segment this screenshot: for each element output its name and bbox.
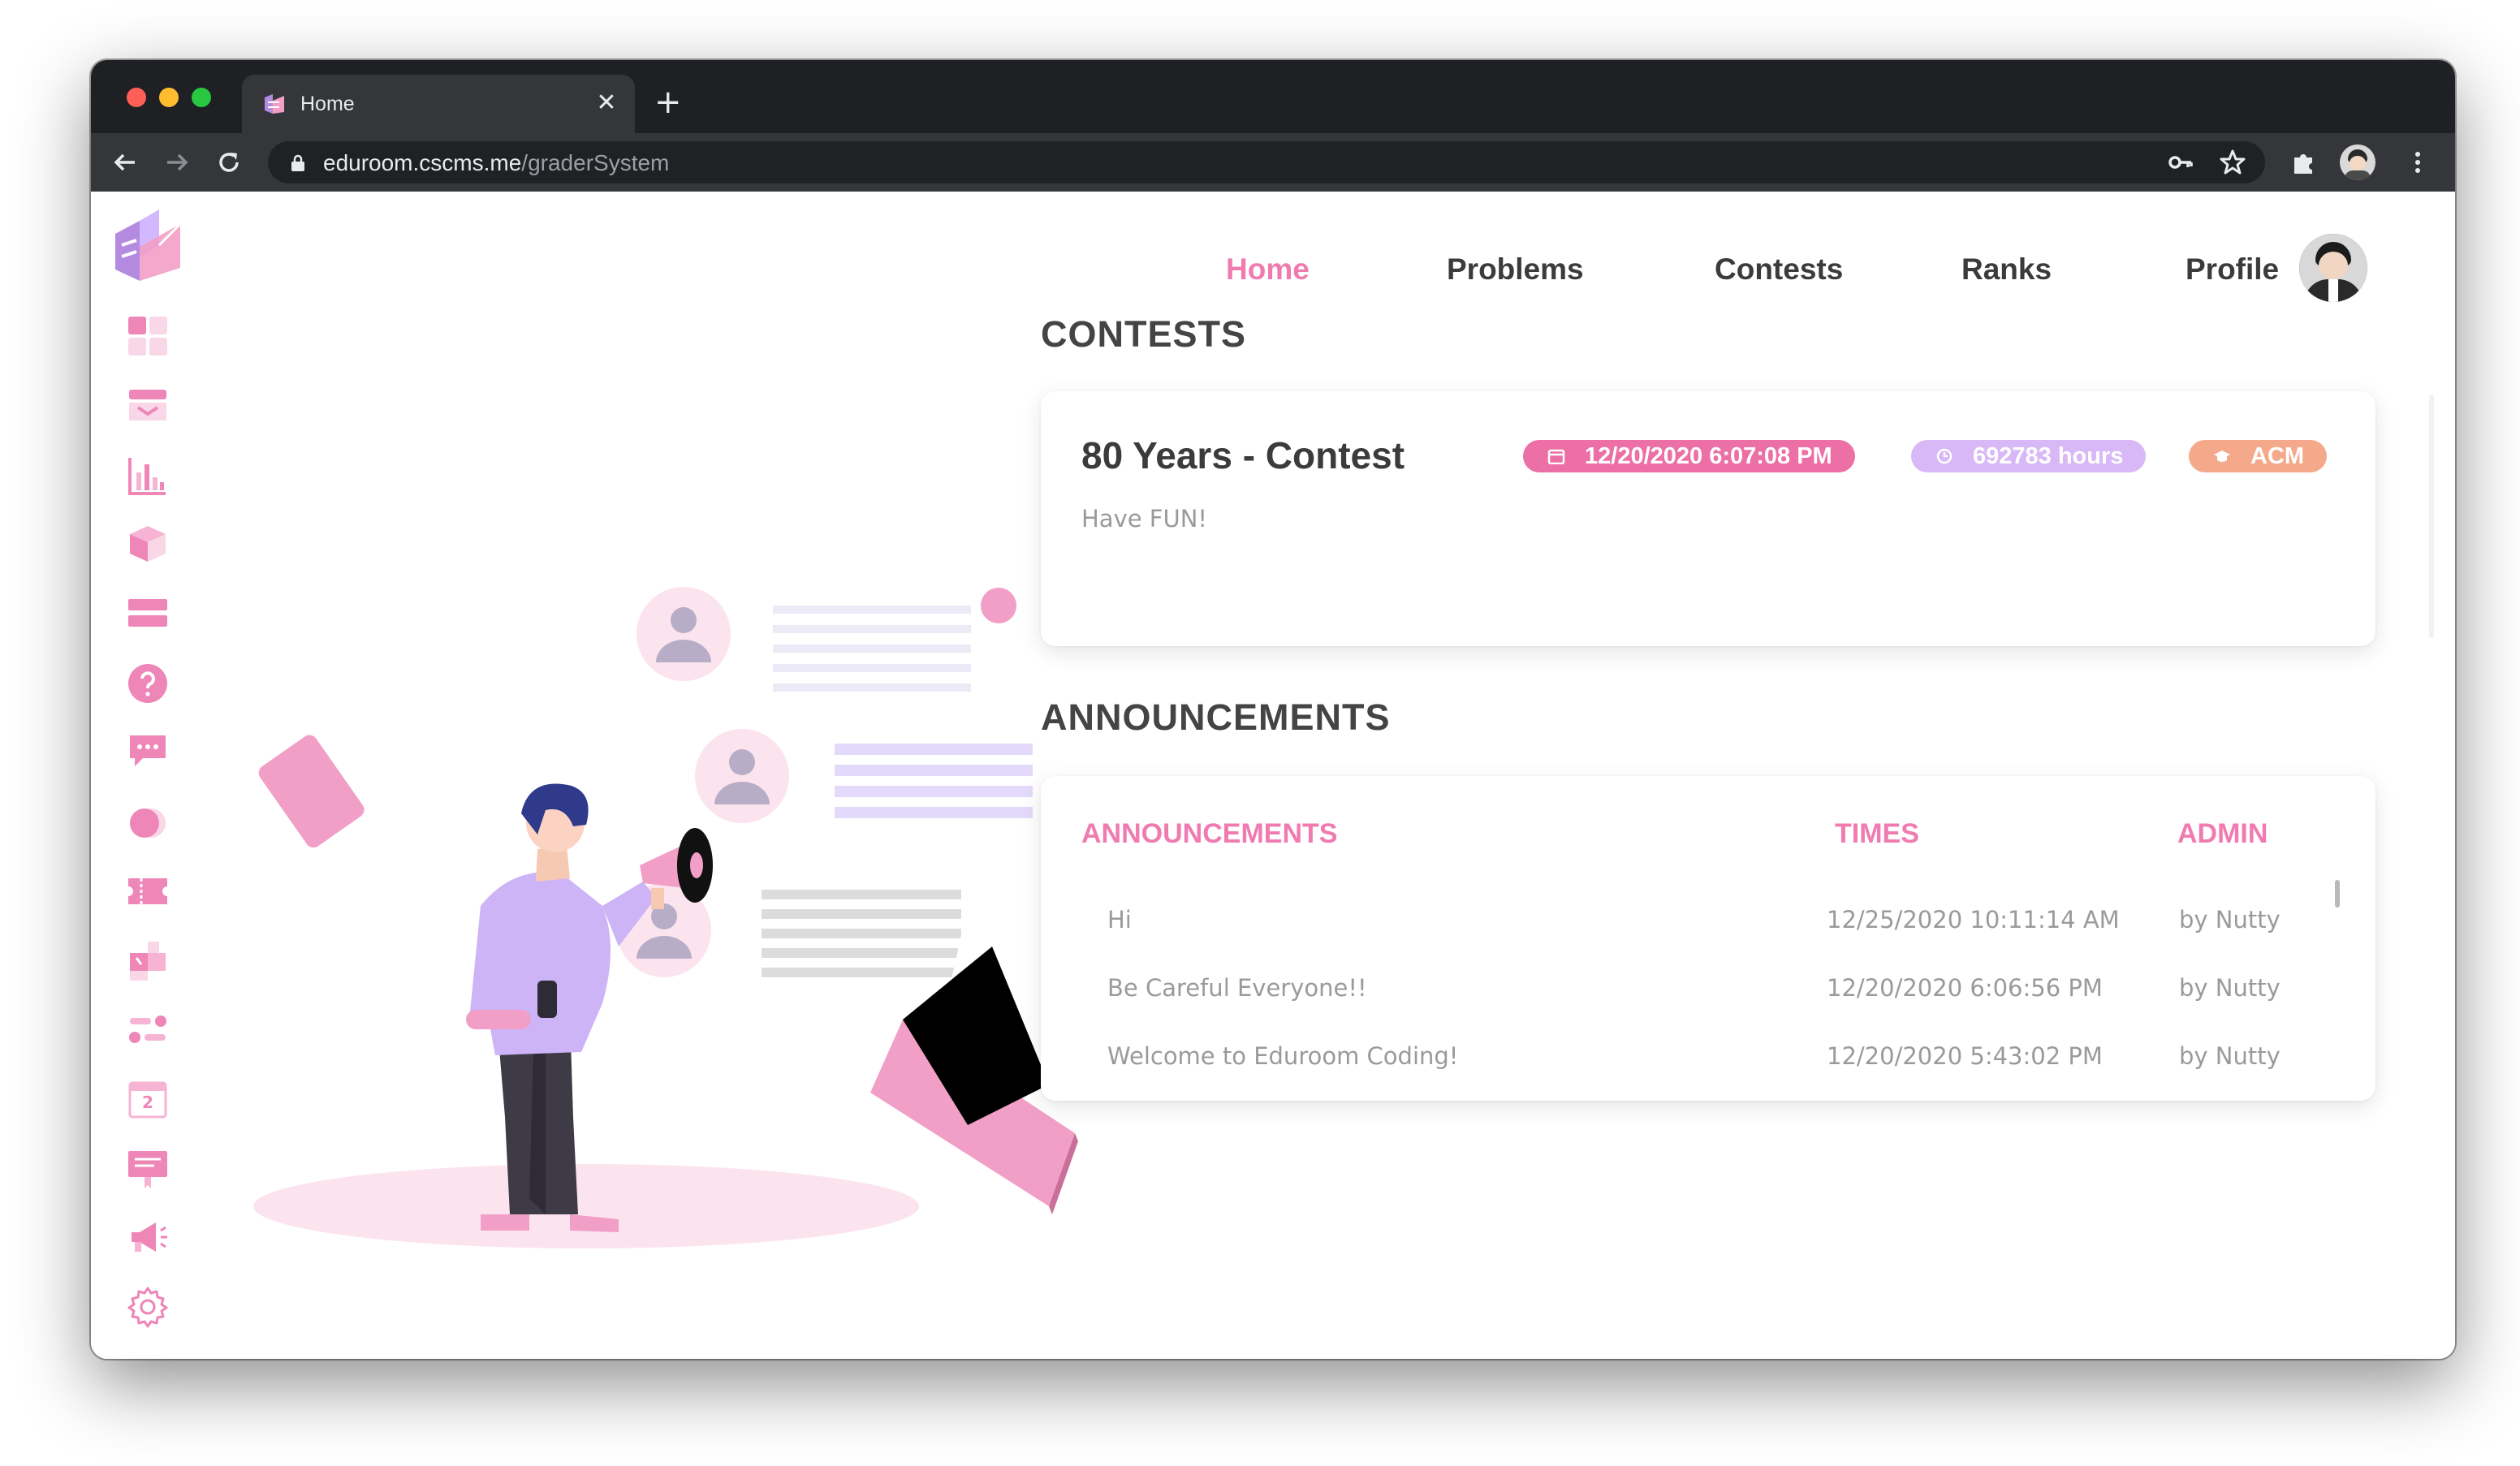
announcement-illustration — [253, 587, 1078, 1248]
chat-icon[interactable] — [127, 731, 169, 773]
extensions-puzzle-icon[interactable] — [2288, 146, 2320, 179]
web-page: 2 Home Problems Contests Ranks Profile C… — [91, 192, 2455, 1359]
help-icon[interactable] — [127, 662, 169, 705]
contest-duration-text: 692783 hours — [1973, 443, 2124, 469]
nav-home[interactable]: Home — [1226, 245, 1310, 294]
browser-menu-icon[interactable] — [2401, 146, 2434, 179]
url-text: eduroom.cscms.me/graderSystem — [323, 149, 669, 177]
contest-date-text: 12/20/2020 6:07:08 PM — [1585, 443, 1832, 469]
announcement-admin: by Nutty — [2179, 1042, 2281, 1070]
announcements-table: ANNOUNCEMENTS TIMES ADMIN Hi 12/25/2020 … — [1041, 776, 2375, 1101]
announcements-section-title: ANNOUNCEMENTS — [1041, 696, 1391, 738]
puzzle-icon[interactable] — [127, 940, 169, 982]
forward-arrow-icon[interactable] — [161, 146, 193, 179]
nav-profile[interactable]: Profile — [2186, 245, 2279, 294]
eduroom-logo-icon[interactable] — [112, 209, 185, 282]
bookmark-star-icon[interactable] — [2216, 146, 2249, 179]
minimize-window-button[interactable] — [159, 88, 179, 107]
announcement-admin: by Nutty — [2179, 974, 2281, 1002]
inbox-icon[interactable] — [127, 385, 169, 427]
announcement-time: 12/20/2020 6:06:56 PM — [1827, 974, 2103, 1002]
browser-window: Home ✕ + eduroom.cscms.me/graderSystem 2… — [91, 60, 2455, 1359]
calendar-icon[interactable]: 2 — [127, 1078, 169, 1120]
close-tab-icon[interactable]: ✕ — [593, 89, 620, 117]
flow-icon[interactable] — [127, 1008, 169, 1050]
browser-tab[interactable]: Home ✕ — [242, 75, 635, 133]
sidebar: 2 — [91, 192, 213, 1359]
contest-type-text: ACM — [2250, 443, 2305, 469]
nav-problems[interactable]: Problems — [1447, 245, 1584, 294]
announcement-admin: by Nutty — [2179, 906, 2281, 933]
contest-duration-badge: 692783 hours — [1911, 440, 2147, 472]
calendar-small-icon — [1547, 449, 1565, 464]
tab-title: Home — [300, 93, 355, 115]
screenshot-stage: Home ✕ + eduroom.cscms.me/graderSystem 2… — [0, 0, 2520, 1466]
announcements-column-header: ANNOUNCEMENTS — [1081, 818, 1338, 849]
list-icon[interactable] — [127, 593, 169, 635]
announcement-text: Welcome to Eduroom Coding! — [1107, 1042, 1459, 1070]
contests-section-title: CONTESTS — [1041, 313, 1247, 355]
graduation-cap-icon — [2214, 451, 2230, 462]
times-column-header: TIMES — [1835, 818, 1919, 849]
toggle-icon[interactable] — [127, 802, 169, 844]
dashboard-icon[interactable] — [127, 315, 169, 357]
contest-carousel-edge — [2429, 395, 2434, 638]
nav-contests[interactable]: Contests — [1715, 245, 1843, 294]
clock-small-icon — [1936, 448, 1953, 464]
browser-toolbar: eduroom.cscms.me/graderSystem — [91, 133, 2455, 192]
announcement-time: 12/20/2020 5:43:02 PM — [1827, 1042, 2103, 1070]
settings-icon[interactable] — [127, 1286, 169, 1328]
maximize-window-button[interactable] — [192, 88, 211, 107]
announcement-time: 12/25/2020 10:11:14 AM — [1827, 906, 2120, 933]
browser-profile-avatar[interactable] — [2340, 144, 2375, 180]
url-host: eduroom.cscms.me — [323, 150, 522, 175]
chart-icon[interactable] — [127, 455, 169, 497]
announcement-text: Hi — [1107, 906, 1132, 933]
back-arrow-icon[interactable] — [109, 146, 141, 179]
admin-column-header: ADMIN — [2177, 818, 2268, 849]
key-icon[interactable] — [2164, 146, 2197, 179]
contest-card[interactable]: 80 Years - Contest Have FUN! 12/20/2020 … — [1041, 391, 2375, 646]
megaphone-icon[interactable] — [127, 1216, 169, 1258]
address-bar[interactable]: eduroom.cscms.me/graderSystem — [268, 141, 2265, 183]
announcements-scrollbar[interactable] — [2335, 880, 2340, 908]
lock-icon — [291, 154, 304, 171]
package-icon[interactable] — [127, 523, 169, 565]
reload-icon[interactable] — [213, 146, 245, 179]
close-window-button[interactable] — [127, 88, 146, 107]
url-path: /graderSystem — [521, 150, 670, 175]
contest-date-badge: 12/20/2020 6:07:08 PM — [1523, 440, 1855, 472]
tab-strip: Home ✕ + — [91, 60, 2455, 133]
new-tab-icon[interactable]: + — [654, 86, 682, 119]
contest-type-badge: ACM — [2189, 440, 2328, 472]
announcement-text: Be Careful Everyone!! — [1107, 974, 1367, 1002]
ticket-icon[interactable] — [127, 870, 169, 912]
contest-name: 80 Years - Contest — [1081, 434, 1405, 476]
contest-description: Have FUN! — [1081, 505, 1208, 533]
eduroom-favicon-icon — [265, 94, 284, 114]
profile-avatar[interactable] — [2299, 234, 2367, 302]
certificate-icon[interactable] — [127, 1148, 169, 1190]
calendar-day: 2 — [142, 1093, 153, 1112]
nav-ranks[interactable]: Ranks — [1961, 245, 2052, 294]
